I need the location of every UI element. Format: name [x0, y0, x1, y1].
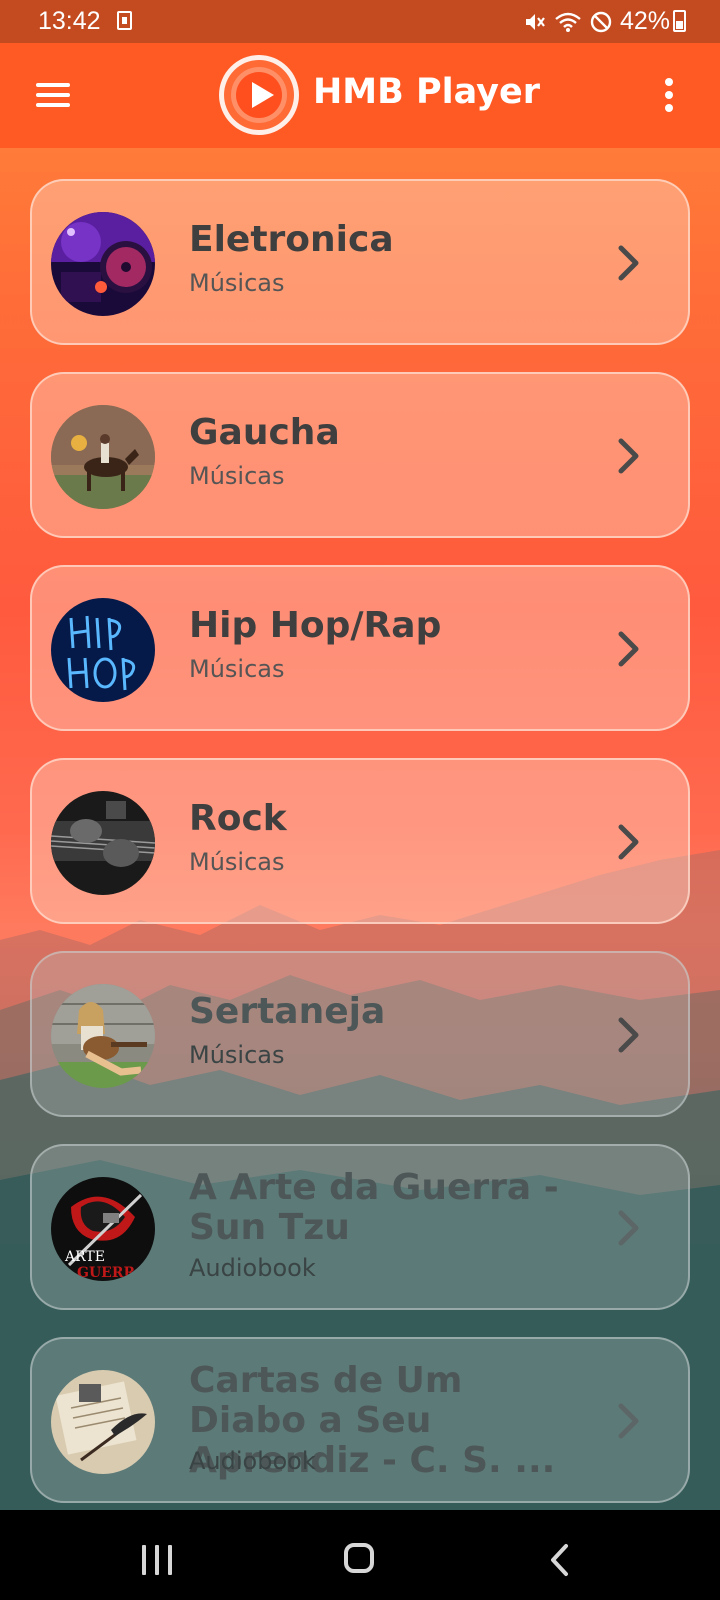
- category-title: Rock: [189, 798, 287, 839]
- category-subtitle: Músicas: [189, 462, 285, 490]
- chevron-right-icon: [618, 1210, 639, 1246]
- category-title: Gaucha: [189, 412, 340, 453]
- back-icon[interactable]: [548, 1543, 572, 1577]
- category-title: Hip Hop/Rap: [189, 605, 442, 646]
- do-not-disturb-icon: [590, 11, 612, 32]
- category-title: Eletronica: [189, 219, 394, 260]
- system-nav-bar: [0, 1510, 720, 1600]
- category-title: Sertaneja: [189, 991, 386, 1032]
- category-card-hip-hop-rap[interactable]: Hip Hop/Rap Músicas: [30, 565, 690, 731]
- sim-card-icon: [117, 11, 132, 30]
- category-card-rock[interactable]: Rock Músicas: [30, 758, 690, 924]
- chevron-right-icon: [618, 245, 639, 281]
- battery-level: [676, 21, 683, 29]
- app-bar: HMB Player: [0, 43, 720, 148]
- category-subtitle: Audiobook: [189, 1254, 316, 1282]
- category-list: Eletronica Músicas Gaucha Músicas Hip Ho…: [30, 179, 690, 1530]
- app-title: HMB Player: [313, 72, 540, 112]
- chevron-right-icon: [618, 438, 639, 474]
- category-title: A Arte da Guerra - Sun Tzu: [189, 1167, 559, 1248]
- category-subtitle: Músicas: [189, 1041, 285, 1069]
- category-subtitle: Audiobook: [189, 1447, 316, 1475]
- more-vert-icon[interactable]: [664, 78, 674, 112]
- category-subtitle: Músicas: [189, 848, 285, 876]
- recent-apps-icon[interactable]: [142, 1545, 174, 1575]
- home-icon[interactable]: [344, 1543, 374, 1573]
- category-subtitle: Músicas: [189, 269, 285, 297]
- category-card-cartas-de-um-diabo[interactable]: Cartas de Um Diabo a Seu Aprendiz - C. S…: [30, 1337, 690, 1503]
- category-card-arte-da-guerra[interactable]: ARTE GUERR A Arte da Guerra - Sun Tzu Au…: [30, 1144, 690, 1310]
- category-card-gaucha[interactable]: Gaucha Músicas: [30, 372, 690, 538]
- battery-icon: [673, 10, 686, 32]
- chevron-right-icon: [618, 631, 639, 667]
- wifi-icon: [555, 12, 581, 32]
- screen: 13:42 42% HMB Player Eletronica Músicas …: [0, 0, 720, 1600]
- play-logo-icon: [219, 55, 299, 135]
- horse-rider-image: [51, 405, 155, 509]
- chevron-right-icon: [618, 824, 639, 860]
- thumb-logo-text: ARTE: [64, 1249, 105, 1265]
- status-time: 13:42: [38, 7, 101, 35]
- battery-percent: 42%: [619, 7, 670, 35]
- chevron-right-icon: [618, 1017, 639, 1053]
- status-bar: 13:42 42%: [0, 0, 720, 43]
- guitar-girl-image: [51, 984, 155, 1088]
- status-icons: 42%: [524, 7, 670, 36]
- guitar-image: [51, 791, 155, 895]
- menu-icon[interactable]: [36, 83, 70, 107]
- arte-da-guerra-image: ARTE GUERR: [51, 1177, 155, 1281]
- letters-quill-image: [51, 1370, 155, 1474]
- mute-icon: [525, 13, 545, 30]
- dj-turntable-image: [51, 212, 155, 316]
- svg-text:GUERR: GUERR: [77, 1265, 135, 1281]
- neon-hiphop-image: [51, 598, 155, 702]
- category-subtitle: Músicas: [189, 655, 285, 683]
- chevron-right-icon: [618, 1403, 639, 1439]
- category-card-sertaneja[interactable]: Sertaneja Músicas: [30, 951, 690, 1117]
- category-card-eletronica[interactable]: Eletronica Músicas: [30, 179, 690, 345]
